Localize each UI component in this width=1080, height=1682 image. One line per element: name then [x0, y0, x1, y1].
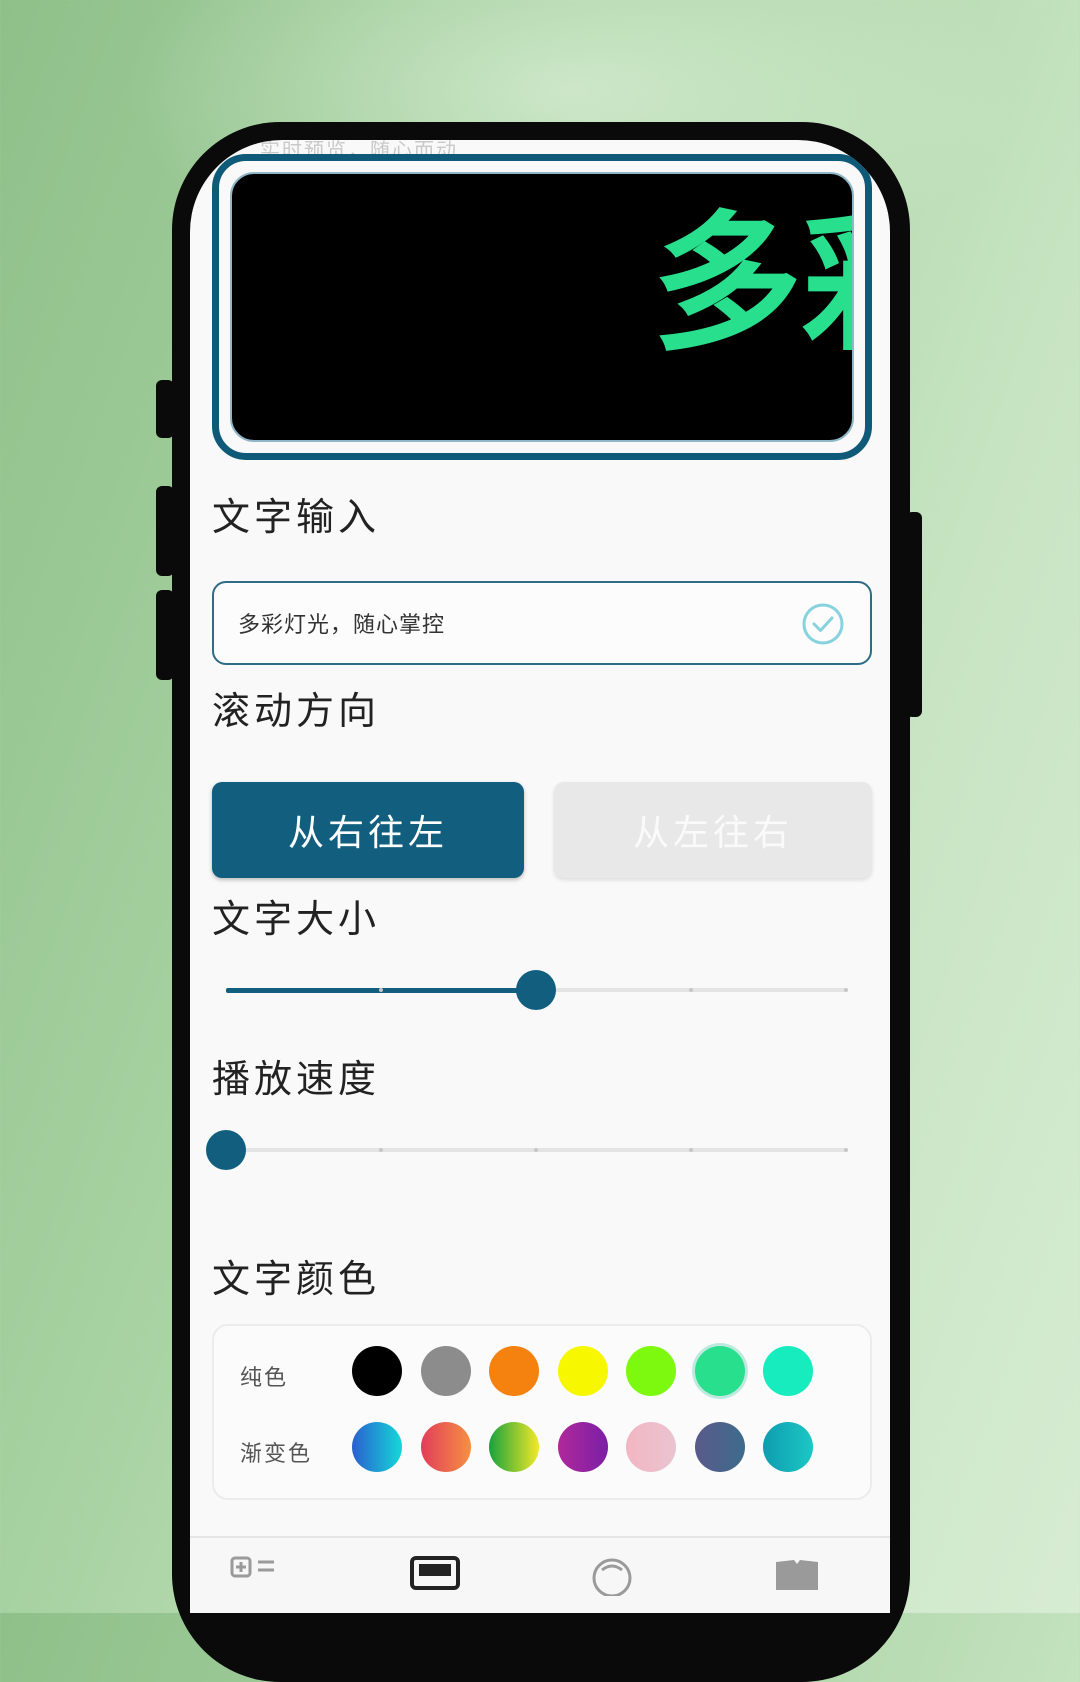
direction-right-to-left-button[interactable]: 从右往左	[212, 782, 524, 878]
solid-color-swatch[interactable]	[694, 1346, 745, 1396]
text-color-title: 文字颜色	[212, 1257, 381, 1301]
solid-color-swatch[interactable]	[420, 1346, 471, 1396]
check-circle-icon[interactable]	[800, 601, 846, 647]
phone-side-button	[156, 380, 174, 438]
phone-side-button	[906, 512, 922, 717]
direction-title: 滚动方向	[212, 689, 381, 733]
solid-color-swatch[interactable]	[763, 1346, 813, 1396]
text-input-title: 文字输入	[212, 495, 381, 539]
slider-tick	[689, 1148, 693, 1152]
gradient-color-swatch[interactable]	[626, 1422, 676, 1472]
book-icon[interactable]	[774, 1556, 820, 1596]
solid-color-label: 纯色	[240, 1366, 289, 1391]
slider-tick	[534, 1148, 538, 1152]
gradient-color-swatch[interactable]	[420, 1422, 471, 1472]
text-input-value[interactable]: 多彩灯光，随心掌控	[238, 607, 445, 639]
text-size-title: 文字大小	[212, 897, 381, 941]
slider-tick	[844, 1148, 848, 1152]
app-screen: 实时预览，随心而动 多彩 文字输入 多彩灯光，随心掌控 滚动方向 从右往左 从左…	[190, 140, 890, 1613]
solid-color-swatch[interactable]	[352, 1346, 402, 1396]
gradient-color-label: 渐变色	[240, 1442, 313, 1467]
text-size-slider[interactable]	[226, 970, 848, 1010]
slider-thumb[interactable]	[206, 1130, 246, 1170]
solid-color-swatch[interactable]	[557, 1346, 608, 1396]
gradient-color-swatch[interactable]	[694, 1422, 745, 1472]
slider-tick	[689, 988, 693, 992]
marquee-preview: 多彩	[212, 154, 872, 460]
slider-thumb[interactable]	[516, 970, 556, 1010]
play-speed-slider[interactable]	[206, 1130, 848, 1170]
bottom-nav	[190, 1536, 890, 1613]
text-input-field[interactable]: 多彩灯光，随心掌控	[212, 581, 872, 665]
solid-color-swatch[interactable]	[626, 1346, 676, 1396]
slider-tick	[379, 988, 383, 992]
slider-tick	[379, 1148, 383, 1152]
grid-icon[interactable]	[230, 1556, 278, 1596]
play-speed-title: 播放速度	[212, 1057, 381, 1101]
circle-icon[interactable]	[590, 1556, 634, 1596]
color-picker-card: 纯色 渐变色	[212, 1324, 872, 1500]
gradient-color-swatch[interactable]	[557, 1422, 608, 1472]
marquee-display: 多彩	[230, 172, 854, 442]
gradient-color-swatch[interactable]	[763, 1422, 813, 1472]
monitor-icon[interactable]	[410, 1556, 460, 1596]
phone-side-button	[156, 590, 174, 680]
gradient-color-swatch[interactable]	[489, 1422, 539, 1472]
slider-tick	[844, 988, 848, 992]
marquee-text: 多彩	[652, 198, 852, 372]
phone-side-button	[156, 486, 174, 576]
direction-left-to-right-button[interactable]: 从左往右	[554, 782, 872, 878]
solid-color-swatch[interactable]	[489, 1346, 539, 1396]
gradient-color-swatch[interactable]	[352, 1422, 402, 1472]
